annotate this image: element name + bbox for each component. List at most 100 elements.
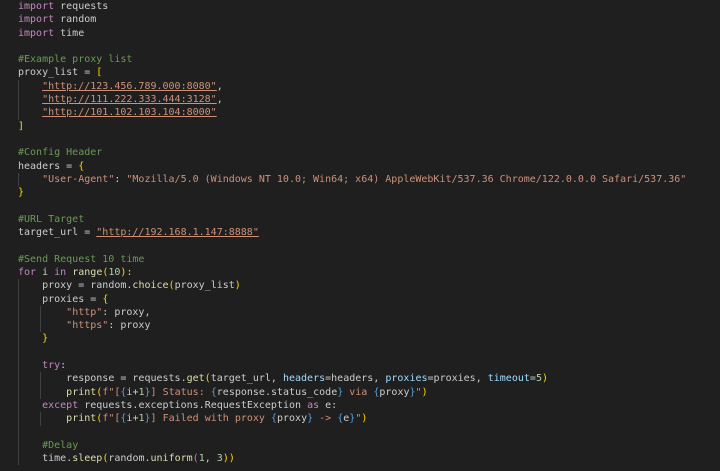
module-name: random — [90, 280, 127, 292]
bracket: ) — [421, 386, 428, 398]
punctuation: , — [475, 373, 488, 385]
variable: proxy — [114, 306, 145, 318]
variable: proxy — [276, 413, 308, 425]
string: "http" — [66, 306, 103, 318]
code-line[interactable]: "http": proxy, — [0, 305, 720, 320]
punctuation: , — [373, 373, 386, 385]
indent-guide — [18, 106, 19, 120]
comment: #URL Target — [18, 213, 85, 225]
url-string[interactable]: "http://111.222.333.444:3128" — [42, 94, 217, 105]
code-line[interactable]: #Config Header — [0, 146, 720, 159]
code-editor[interactable]: import requests import random import tim… — [0, 0, 720, 471]
indent-guide — [40, 319, 41, 333]
code-line[interactable]: except requests.exceptions.RequestExcept… — [0, 398, 720, 413]
code-line[interactable] — [0, 425, 720, 439]
code-line[interactable]: } — [0, 186, 720, 199]
url-string[interactable]: "http://123.456.789.000:8080" — [42, 81, 217, 92]
code-line[interactable]: print(f"[{i+1}] Status: {response.status… — [0, 385, 720, 399]
indent-guide — [18, 398, 19, 413]
indent-guide — [18, 372, 19, 386]
variable: response — [66, 373, 115, 385]
module-name: time — [54, 27, 85, 39]
url-string[interactable]: "http://192.168.1.147:8888" — [96, 227, 259, 238]
code-line[interactable]: headers = { — [0, 160, 720, 173]
url-string[interactable]: "http://101.102.103.104:8000" — [42, 107, 217, 118]
variable: proxies — [433, 373, 476, 385]
code-line[interactable] — [0, 199, 720, 212]
indent-guide — [18, 319, 19, 333]
indent-guide — [18, 385, 19, 399]
code-line[interactable]: proxies = { — [0, 292, 720, 306]
code-line[interactable]: import time — [0, 27, 720, 40]
code-line[interactable]: time.sleep(random.uniform(1, 3)) — [0, 452, 720, 466]
bracket: ) — [361, 413, 368, 425]
indent-guide — [40, 305, 41, 320]
bracket: [ — [96, 67, 103, 79]
variable: proxy_list — [174, 280, 235, 292]
code-line[interactable]: for i in range(10): — [0, 266, 720, 279]
indent-guide — [40, 385, 41, 399]
fstring: ] Status: — [150, 386, 211, 398]
builtin-function: print — [66, 413, 97, 425]
code-line[interactable]: "User-Agent": "Mozilla/5.0 (Windows NT 1… — [0, 172, 720, 187]
code-line[interactable]: "http://111.222.333.444:3128", — [0, 93, 720, 107]
function-name: get — [186, 373, 205, 385]
punctuation: , — [270, 373, 283, 385]
code-line[interactable]: "http://101.102.103.104:8000" — [0, 106, 720, 120]
code-line[interactable] — [0, 40, 720, 53]
fstring: f"[ — [102, 413, 121, 425]
variable: proxy — [42, 280, 73, 292]
keyword-argument: proxies — [385, 373, 428, 385]
variable: proxy_list — [18, 67, 79, 79]
bracket: ] — [18, 120, 25, 132]
keyword: except — [42, 399, 79, 411]
code-line[interactable]: print(f"[{i+1}] Failed with proxy {proxy… — [0, 412, 720, 426]
code-line[interactable] — [0, 133, 720, 146]
indent-guide — [18, 359, 19, 373]
code-line[interactable]: ] — [0, 120, 720, 133]
code-line[interactable]: #Delay — [0, 438, 720, 453]
comment: #Delay — [42, 439, 79, 451]
code-line[interactable]: #Send Request 10 time — [0, 253, 720, 266]
indent-guide — [18, 425, 19, 439]
bracket: } — [18, 187, 25, 199]
code-line[interactable]: proxy_list = [ — [0, 66, 720, 79]
module-name: requests — [132, 373, 181, 385]
indent-guide — [18, 345, 19, 360]
code-line[interactable]: "https": proxy — [0, 319, 720, 333]
class-name: RequestException — [204, 399, 302, 411]
code-line[interactable] — [0, 239, 720, 252]
code-line[interactable]: try: — [0, 359, 720, 373]
code-line[interactable]: target_url = "http://192.168.1.147:8888" — [0, 226, 720, 239]
variable: status_code — [270, 386, 338, 398]
fstring: f"[ — [102, 386, 121, 398]
keyword: import — [18, 14, 55, 26]
function-name: choice — [132, 280, 169, 292]
builtin-function: range — [72, 266, 103, 278]
indent-guide — [18, 79, 19, 94]
comment: #Send Request 10 time — [18, 253, 145, 265]
code-line[interactable]: #URL Target — [0, 213, 720, 226]
function-name: uniform — [150, 453, 193, 465]
variable: headers — [18, 160, 61, 172]
module-name: requests — [84, 399, 133, 411]
bracket: { — [78, 160, 85, 172]
variable: proxy — [120, 320, 151, 332]
fstring: ] Failed with proxy — [150, 413, 271, 425]
code-line[interactable]: #Example proxy list — [0, 53, 720, 66]
punctuation: : — [331, 399, 338, 411]
variable: proxies — [42, 293, 85, 305]
bracket: ) — [234, 280, 241, 292]
punctuation: , — [216, 80, 223, 92]
module-name: random — [54, 14, 97, 26]
code-line[interactable]: import requests — [0, 0, 720, 13]
code-line[interactable] — [0, 345, 720, 360]
code-line[interactable]: response = requests.get(target_url, head… — [0, 372, 720, 386]
code-line[interactable]: } — [0, 332, 720, 346]
bracket: ) — [541, 373, 548, 385]
punctuation: : — [102, 306, 115, 318]
code-line[interactable]: "http://123.456.789.000:8080", — [0, 79, 720, 94]
operator: = — [60, 160, 79, 172]
code-line[interactable]: import random — [0, 13, 720, 26]
code-line[interactable]: proxy = random.choice(proxy_list) — [0, 279, 720, 293]
